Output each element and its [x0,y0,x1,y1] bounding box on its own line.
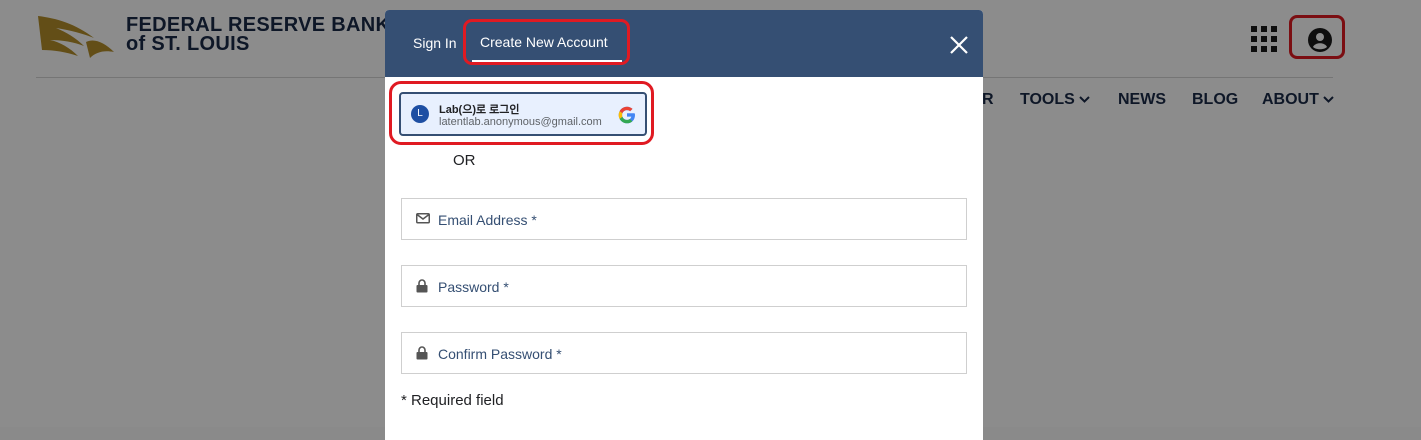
close-icon[interactable] [949,35,969,55]
tab-create-account-label: Create New Account [480,34,608,50]
confirm-password-field-label: Confirm Password * [438,346,562,362]
google-account-email: latentlab.anonymous@gmail.com [439,116,602,128]
confirm-password-field[interactable]: Confirm Password * [401,332,967,374]
tab-create-account[interactable]: Create New Account [463,19,630,65]
active-tab-indicator [472,60,622,62]
google-signin-button[interactable]: L Lab(으)로 로그인 latentlab.anonymous@gmail.… [399,92,647,136]
password-field-label: Password * [438,279,509,295]
email-field[interactable]: Email Address * [401,198,967,240]
modal-header: Sign In Create New Account [385,10,983,77]
or-divider-text: OR [453,152,476,169]
google-account-name: Lab(으)로 로그인 [439,104,520,116]
lock-icon [416,279,428,293]
google-g-icon [618,106,635,124]
tab-sign-in[interactable]: Sign In [413,35,457,51]
required-field-note: * Required field [401,392,504,409]
envelope-icon [416,213,430,224]
email-field-label: Email Address * [438,212,537,228]
account-modal: Sign In Create New Account L Lab(으)로 로그인… [385,10,983,440]
google-avatar: L [411,105,429,123]
password-field[interactable]: Password * [401,265,967,307]
lock-icon [416,346,428,360]
